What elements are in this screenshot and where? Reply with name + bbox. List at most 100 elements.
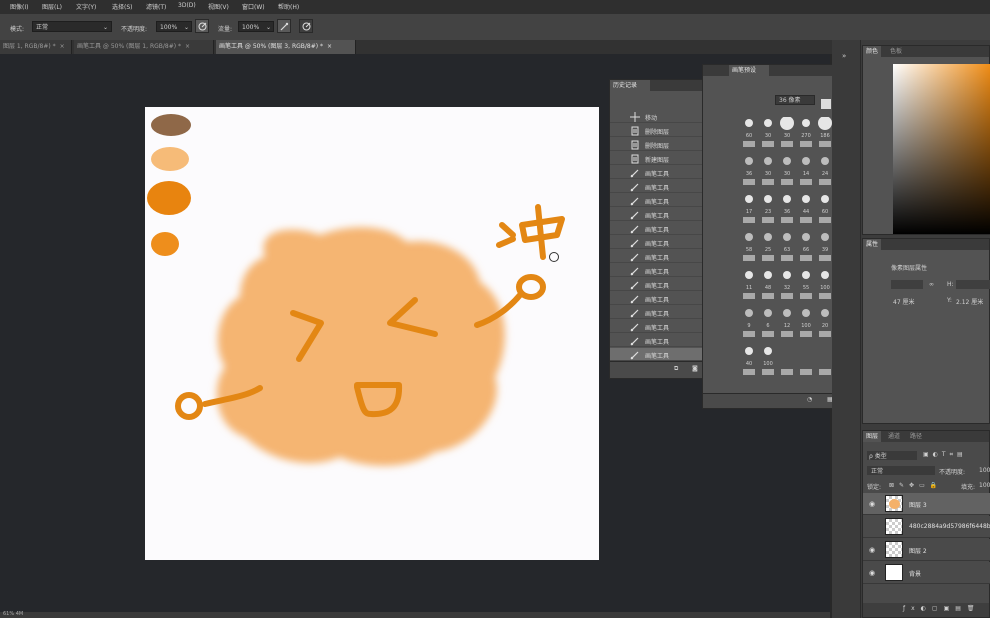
brush-texture-tile[interactable]	[800, 217, 812, 223]
brush-tip[interactable]	[821, 195, 829, 203]
collapse-icon[interactable]: »	[842, 52, 846, 60]
brush-texture-tile[interactable]	[743, 369, 755, 375]
brush-tip[interactable]	[764, 157, 772, 165]
tab-channels[interactable]: 通道	[885, 431, 903, 442]
brush-texture-tile[interactable]	[743, 331, 755, 337]
menu-help[interactable]: 帮助(H)	[278, 2, 299, 11]
brush-tip[interactable]	[745, 119, 753, 127]
eye-icon[interactable]: ◉	[869, 546, 875, 554]
brush-tip[interactable]	[783, 271, 791, 279]
brush-texture-tile[interactable]	[781, 293, 793, 299]
pressure-opacity-button[interactable]	[195, 19, 209, 33]
airbrush-button[interactable]	[277, 19, 291, 33]
eye-icon[interactable]: ◉	[869, 500, 875, 508]
brush-texture-tile[interactable]	[781, 369, 793, 375]
filter-icons[interactable]: ▣◐T⌗▤	[923, 451, 967, 459]
tab-properties[interactable]: 属性	[863, 239, 882, 250]
brush-tip[interactable]	[745, 309, 753, 317]
new-brush-icon[interactable]	[821, 99, 831, 109]
brush-tip[interactable]	[764, 347, 772, 355]
brush-tip[interactable]	[802, 271, 810, 279]
brush-texture-tile[interactable]	[800, 293, 812, 299]
brush-tip[interactable]	[783, 233, 791, 241]
color-field[interactable]	[893, 64, 990, 234]
brush-texture-tile[interactable]	[743, 141, 755, 147]
brush-texture-tile[interactable]	[819, 369, 831, 375]
brush-texture-tile[interactable]	[819, 141, 831, 147]
close-icon[interactable]: ×	[327, 43, 332, 50]
tab-document-3[interactable]: 画笔工具 @ 50% (图层 3, RGB/8#) * ×	[216, 40, 356, 54]
brush-tip[interactable]	[783, 157, 791, 165]
menu-image[interactable]: 图像(I)	[10, 2, 28, 11]
brush-texture-tile[interactable]	[819, 331, 831, 337]
document-canvas[interactable]: 冲	[145, 107, 599, 560]
layer-row[interactable]: 480c2884a9d57986f6448b	[863, 516, 990, 538]
opacity-input[interactable]: 100% ⌄	[156, 21, 192, 32]
brush-tip[interactable]	[764, 271, 772, 279]
menu-view[interactable]: 视图(V)	[208, 2, 229, 11]
brush-texture-tile[interactable]	[762, 255, 774, 261]
brush-tip[interactable]	[745, 347, 753, 355]
brush-tip[interactable]	[802, 157, 810, 165]
brush-tip[interactable]	[764, 195, 772, 203]
layer-row[interactable]: ◉ 背景	[863, 562, 990, 584]
close-icon[interactable]: ×	[185, 43, 190, 50]
layer-action-icons[interactable]: ƒx◐▢▣▤🗑	[903, 605, 981, 612]
h-field[interactable]	[956, 280, 990, 289]
brush-tip[interactable]	[802, 195, 810, 203]
menu-filter[interactable]: 滤镜(T)	[146, 2, 166, 11]
layer-row[interactable]: ◉ 图层 2	[863, 539, 990, 561]
brush-texture-tile[interactable]	[762, 179, 774, 185]
tab-swatches[interactable]: 色板	[887, 46, 905, 57]
eye-icon[interactable]: ◉	[869, 569, 875, 577]
brush-toggle-icon[interactable]: ◔	[807, 396, 812, 403]
brush-texture-tile[interactable]	[762, 331, 774, 337]
menu-layer[interactable]: 图层(L)	[42, 2, 62, 11]
menu-type[interactable]: 文字(Y)	[76, 2, 96, 11]
lock-icons[interactable]: ⊠✎✥▭🔒	[889, 482, 942, 489]
brush-size-field[interactable]: 36 像素	[775, 95, 815, 105]
brush-tip[interactable]	[821, 157, 829, 165]
brush-texture-tile[interactable]	[819, 217, 831, 223]
brush-texture-tile[interactable]	[800, 331, 812, 337]
brush-texture-tile[interactable]	[800, 141, 812, 147]
brush-tip[interactable]	[802, 233, 810, 241]
brush-texture-tile[interactable]	[819, 293, 831, 299]
brush-texture-tile[interactable]	[743, 179, 755, 185]
snapshot-doc-icon[interactable]: ⧉	[674, 365, 678, 373]
tab-brush-presets[interactable]: 画笔预设	[729, 65, 769, 76]
brush-texture-tile[interactable]	[800, 369, 812, 375]
layer-row[interactable]: ◉ 图层 3	[863, 493, 990, 515]
brush-texture-tile[interactable]	[762, 369, 774, 375]
layer-filter-select[interactable]: ρ 类型	[867, 451, 917, 460]
pressure-size-button[interactable]	[299, 19, 313, 33]
brush-texture-tile[interactable]	[781, 217, 793, 223]
menu-select[interactable]: 选择(S)	[112, 2, 133, 11]
brush-tip[interactable]	[764, 233, 772, 241]
brush-texture-tile[interactable]	[800, 179, 812, 185]
close-icon[interactable]: ×	[60, 43, 65, 50]
brush-texture-tile[interactable]	[781, 331, 793, 337]
brush-texture-tile[interactable]	[781, 179, 793, 185]
tab-history[interactable]: 历史记录	[610, 80, 650, 91]
camera-icon[interactable]: ◙	[692, 365, 698, 372]
brush-texture-tile[interactable]	[781, 255, 793, 261]
mode-select[interactable]: 正常 ⌄	[32, 21, 112, 32]
menu-3d[interactable]: 3D(D)	[178, 2, 196, 9]
tab-color[interactable]: 颜色	[863, 46, 882, 57]
brush-tip[interactable]	[745, 271, 753, 279]
flow-input[interactable]: 100% ⌄	[238, 21, 274, 32]
layer-opacity-value[interactable]: 100	[979, 467, 990, 474]
brush-texture-tile[interactable]	[819, 179, 831, 185]
brush-texture-tile[interactable]	[781, 141, 793, 147]
brush-tip[interactable]	[780, 117, 794, 130]
brush-texture-tile[interactable]	[819, 255, 831, 261]
brush-texture-tile[interactable]	[762, 141, 774, 147]
brush-tip[interactable]	[783, 309, 791, 317]
fill-value[interactable]: 100	[979, 482, 990, 489]
tab-paths[interactable]: 路径	[907, 431, 925, 442]
blend-mode-select[interactable]: 正常	[867, 466, 935, 475]
brush-texture-tile[interactable]	[743, 293, 755, 299]
brush-tip[interactable]	[821, 309, 829, 317]
link-icon[interactable]: ∞	[929, 281, 934, 288]
